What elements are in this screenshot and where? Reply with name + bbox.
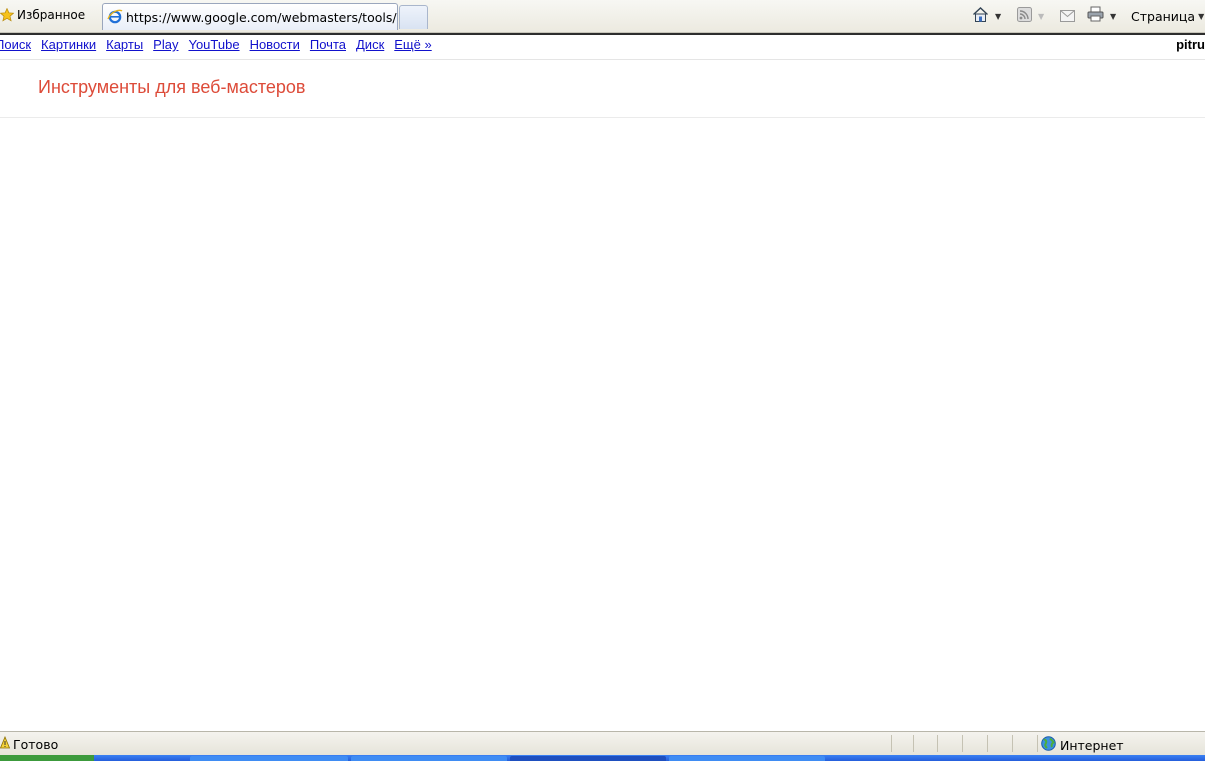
taskbar-button[interactable] xyxy=(351,756,507,761)
chevron-down-icon[interactable]: ▼ xyxy=(1038,12,1044,21)
page-menu-label: Страница xyxy=(1131,8,1196,24)
status-divider xyxy=(913,735,914,752)
gbar-link-play[interactable]: Play xyxy=(153,37,178,52)
printer-icon xyxy=(1087,6,1104,26)
status-divider xyxy=(891,735,892,752)
tab-url: https://www.google.com/webmasters/tools/… xyxy=(126,9,398,25)
page-content xyxy=(0,118,1205,731)
browser-toolbar: Избранное https://www.google.com/webmast… xyxy=(0,0,1205,33)
security-zone[interactable]: Интернет xyxy=(1041,736,1124,754)
chevron-down-icon: ▼ xyxy=(1198,11,1205,21)
gbar-link-news[interactable]: Новости xyxy=(250,37,300,52)
rss-icon xyxy=(1017,6,1032,26)
mail-icon xyxy=(1060,7,1075,26)
status-divider xyxy=(1037,735,1038,752)
home-icon xyxy=(972,6,989,27)
taskbar xyxy=(0,755,1205,761)
start-button[interactable] xyxy=(0,755,94,761)
gbar-link-maps[interactable]: Карты xyxy=(106,37,143,52)
print-button[interactable]: ▼ xyxy=(1087,6,1116,26)
chevron-down-icon[interactable]: ▼ xyxy=(1110,12,1116,21)
ie-page-icon xyxy=(107,8,123,27)
favorites-button[interactable]: Избранное xyxy=(0,4,85,26)
chevron-down-icon[interactable]: ▼ xyxy=(995,12,1001,21)
globe-icon xyxy=(1041,736,1056,754)
google-bar-links: Поиск Картинки Карты Play YouTube Новост… xyxy=(0,37,442,52)
gbar-link-images[interactable]: Картинки xyxy=(41,37,96,52)
status-divider xyxy=(987,735,988,752)
status-divider xyxy=(1012,735,1013,752)
read-mail-button[interactable] xyxy=(1060,6,1075,26)
page-menu-button[interactable]: Страница ▼ xyxy=(1131,6,1204,26)
browser-tab-active[interactable]: https://www.google.com/webmasters/tools/… xyxy=(102,3,398,30)
taskbar-button[interactable] xyxy=(190,756,348,761)
warning-icon xyxy=(0,735,11,752)
gbar-link-mail[interactable]: Почта xyxy=(310,37,346,52)
status-bar: Готово Интернет xyxy=(0,731,1205,755)
gbar-link-search[interactable]: Поиск xyxy=(0,37,31,52)
page-header: Инструменты для веб-мастеров xyxy=(0,60,1205,118)
new-tab-button[interactable] xyxy=(399,5,428,29)
user-account-name[interactable]: pitru xyxy=(1176,37,1205,52)
gbar-link-more[interactable]: Ещё » xyxy=(394,37,431,52)
zone-label: Интернет xyxy=(1060,737,1124,753)
feeds-button[interactable]: ▼ xyxy=(1017,6,1044,26)
favorites-label: Избранное xyxy=(17,8,86,22)
page-title[interactable]: Инструменты для веб-мастеров xyxy=(38,77,306,98)
status-text: Готово xyxy=(13,736,59,752)
gbar-link-drive[interactable]: Диск xyxy=(356,37,384,52)
home-button[interactable]: ▼ xyxy=(972,6,1001,26)
taskbar-button-active[interactable] xyxy=(510,756,666,761)
taskbar-button[interactable] xyxy=(669,756,825,761)
google-bar: Поиск Картинки Карты Play YouTube Новост… xyxy=(0,33,1205,60)
status-divider xyxy=(937,735,938,752)
status-area: Готово xyxy=(0,735,59,752)
status-divider xyxy=(962,735,963,752)
star-icon xyxy=(0,8,14,22)
gbar-link-youtube[interactable]: YouTube xyxy=(188,37,239,52)
